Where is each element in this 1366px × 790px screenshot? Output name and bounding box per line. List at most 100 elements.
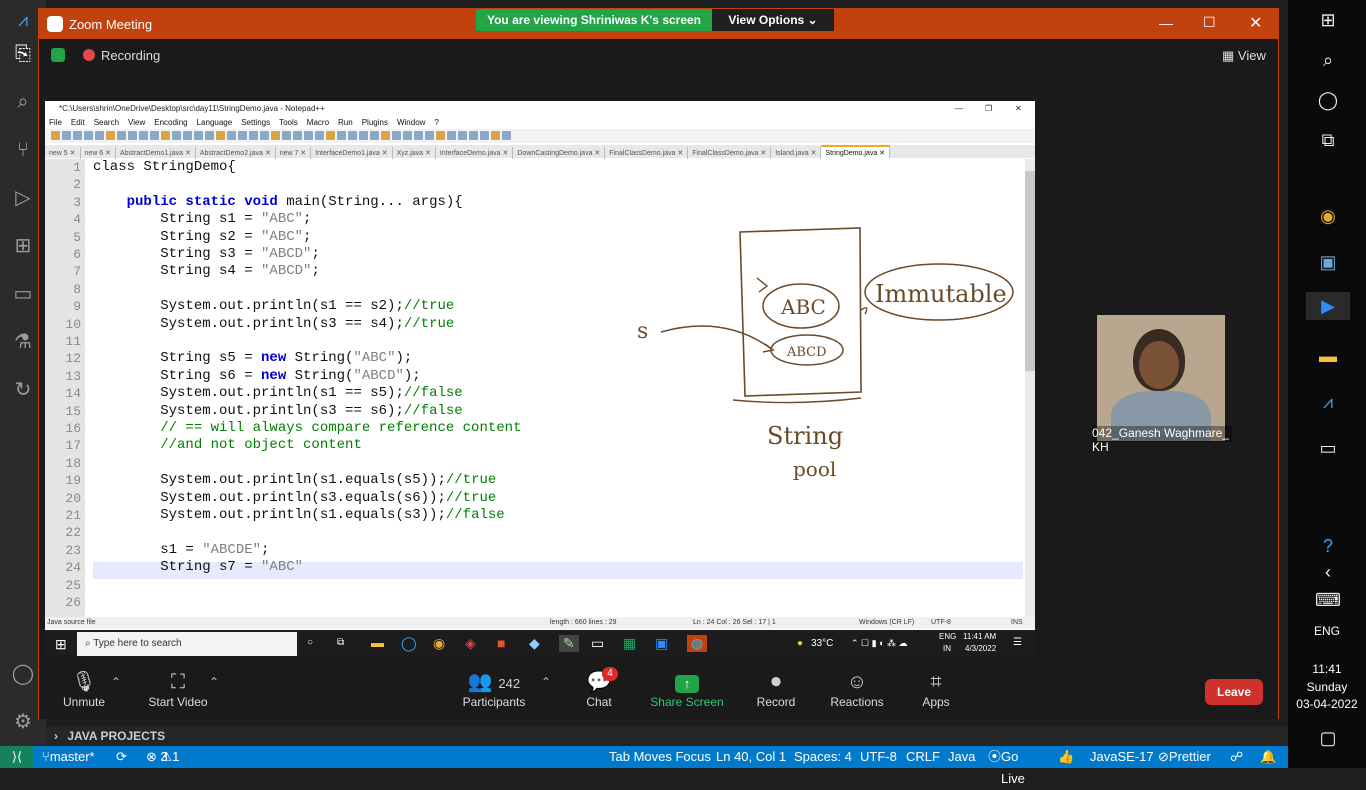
branch-status[interactable]: ⑂ master* xyxy=(42,746,95,768)
np-minimize-icon[interactable]: — xyxy=(955,101,963,117)
notepad-plus-icon[interactable]: ✎ xyxy=(559,635,579,652)
inner-clock-time[interactable]: 11:41 AM xyxy=(963,632,996,641)
toolbar-icon[interactable] xyxy=(348,131,357,140)
toolbar-icon[interactable] xyxy=(282,131,291,140)
inner-lang[interactable]: ENG xyxy=(939,632,956,641)
toolbar-icon[interactable] xyxy=(447,131,456,140)
toolbar-icon[interactable] xyxy=(502,131,511,140)
toolbar-icon[interactable] xyxy=(359,131,368,140)
eol-status[interactable]: CRLF xyxy=(906,746,940,768)
java-projects-panel-header[interactable]: › JAVA PROJECTS xyxy=(46,726,1288,746)
toolbar-icon[interactable] xyxy=(128,131,137,140)
cortana-icon[interactable]: ○ xyxy=(307,637,313,648)
toolbar-icon[interactable] xyxy=(150,131,159,140)
record-button[interactable]: ⏺ Record xyxy=(755,669,797,709)
language-indicator[interactable]: ENG xyxy=(1288,624,1366,638)
view-button[interactable]: ▦ View xyxy=(1222,48,1266,64)
scrollbar-thumb[interactable] xyxy=(1025,171,1035,371)
taskbar-search[interactable]: ⌕ Type here to search xyxy=(77,632,297,656)
search-icon[interactable]: ⌕ xyxy=(9,88,37,116)
excel-icon[interactable]: ▦ xyxy=(623,635,636,652)
vscode-taskbar-icon[interactable]: ⩘ xyxy=(1314,388,1342,416)
reactions-button[interactable]: ☺ Reactions xyxy=(827,669,887,709)
java-version[interactable]: JavaSE-17 xyxy=(1090,746,1154,768)
menu-item[interactable]: Search xyxy=(94,118,119,127)
tray-icons[interactable]: ⌃ ☐ ▮ ◐ ⁂ ☁ xyxy=(851,638,908,649)
bell-icon[interactable]: 🔔 xyxy=(1260,746,1276,768)
menu-item[interactable]: Encoding xyxy=(154,118,187,127)
toolbar-icon[interactable] xyxy=(194,131,203,140)
start-icon[interactable]: ⊞ xyxy=(55,636,67,653)
toolbar-icon[interactable] xyxy=(62,131,71,140)
menu-item[interactable]: ? xyxy=(434,118,438,127)
toolbar-icon[interactable] xyxy=(469,131,478,140)
toolbar-icon[interactable] xyxy=(392,131,401,140)
toolbar-icon[interactable] xyxy=(139,131,148,140)
np-close-icon[interactable]: ✕ xyxy=(1015,101,1022,117)
toolbar-icon[interactable] xyxy=(249,131,258,140)
cortana-app-icon[interactable]: ◯ xyxy=(401,635,417,652)
git-graph-icon[interactable]: ↻ xyxy=(9,376,37,404)
chrome-icon[interactable]: ◉ xyxy=(433,635,445,652)
toolbar-icon[interactable] xyxy=(436,131,445,140)
sync-icon[interactable]: ⟳ xyxy=(116,746,127,768)
remote-desktop-icon[interactable]: ▣ xyxy=(1314,248,1342,276)
view-options-button[interactable]: View Options ⌄ xyxy=(712,9,834,31)
apps-button[interactable]: ⌗ Apps xyxy=(919,669,953,709)
menu-item[interactable]: Macro xyxy=(307,118,329,127)
menu-item[interactable]: Run xyxy=(338,118,353,127)
toolbar-icon[interactable] xyxy=(480,131,489,140)
toolbar-icon[interactable] xyxy=(315,131,324,140)
account-icon[interactable]: ◯ xyxy=(9,660,37,688)
close-icon[interactable]: ✕ xyxy=(1249,13,1262,33)
notification-center-icon[interactable]: ▢ xyxy=(1314,724,1342,752)
toolbar-icon[interactable] xyxy=(491,131,500,140)
notification-icon[interactable]: ☰ xyxy=(1013,637,1022,648)
explorer-icon[interactable]: ⎘ xyxy=(9,40,37,68)
office-icon[interactable]: ■ xyxy=(497,635,505,651)
toolbar-icon[interactable] xyxy=(293,131,302,140)
file-explorer-icon[interactable]: ▬ xyxy=(1314,342,1342,370)
zoom-taskbar-icon[interactable]: ▣ xyxy=(655,635,668,652)
menu-item[interactable]: Language xyxy=(197,118,233,127)
taskview-icon[interactable]: ⧉ xyxy=(337,637,344,648)
toolbar-icon[interactable] xyxy=(106,131,115,140)
windows-start-icon[interactable]: ⊞ xyxy=(1314,6,1342,34)
cortana-icon[interactable]: ◯ xyxy=(1314,86,1342,114)
problems-status[interactable]: ⊗ 3 ⚠ 1 xyxy=(146,746,179,768)
toolbar-icon[interactable] xyxy=(51,131,60,140)
toolbar-icon[interactable] xyxy=(161,131,170,140)
toolbar-icon[interactable] xyxy=(260,131,269,140)
terminal-icon[interactable]: ▭ xyxy=(1314,434,1342,462)
menu-item[interactable]: Edit xyxy=(71,118,85,127)
chevron-left-icon[interactable]: ‹ xyxy=(1314,558,1342,586)
terminal-icon[interactable]: ▭ xyxy=(591,635,604,652)
menu-item[interactable]: Settings xyxy=(241,118,270,127)
menu-item[interactable]: Tools xyxy=(279,118,298,127)
toolbar-icon[interactable] xyxy=(403,131,412,140)
editor-scrollbar[interactable] xyxy=(1025,159,1035,617)
mcafee-icon[interactable]: ◈ xyxy=(465,635,476,652)
run-debug-icon[interactable]: ▷ xyxy=(9,184,37,212)
settings-gear-icon[interactable]: ⚙ xyxy=(9,708,37,736)
start-video-button[interactable]: ⛶ Start Video xyxy=(143,669,213,709)
toolbar-icon[interactable] xyxy=(172,131,181,140)
toolbar-icon[interactable] xyxy=(458,131,467,140)
task-view-icon[interactable]: ⧉ xyxy=(1314,126,1342,154)
chrome-icon[interactable]: ◉ xyxy=(1314,202,1342,230)
participant-video[interactable] xyxy=(1097,315,1225,441)
menu-item[interactable]: Plugins xyxy=(362,118,388,127)
participants-button[interactable]: 👥 242 Participants xyxy=(457,669,531,709)
toolbar-icon[interactable] xyxy=(304,131,313,140)
toolbar-icon[interactable] xyxy=(84,131,93,140)
remote-explorer-icon[interactable]: ▭ xyxy=(9,280,37,308)
toolbar-icon[interactable] xyxy=(337,131,346,140)
search-icon[interactable]: ⌕ xyxy=(1314,46,1342,74)
minimize-icon[interactable]: — xyxy=(1159,15,1173,31)
toolbar-icon[interactable] xyxy=(414,131,423,140)
thumbs-icon[interactable]: 👍 xyxy=(1058,746,1074,768)
share-screen-button[interactable]: ↑ Share Screen xyxy=(647,669,727,709)
toolbar-icon[interactable] xyxy=(205,131,214,140)
menu-item[interactable]: Window xyxy=(397,118,425,127)
language-mode[interactable]: Java xyxy=(948,746,975,768)
